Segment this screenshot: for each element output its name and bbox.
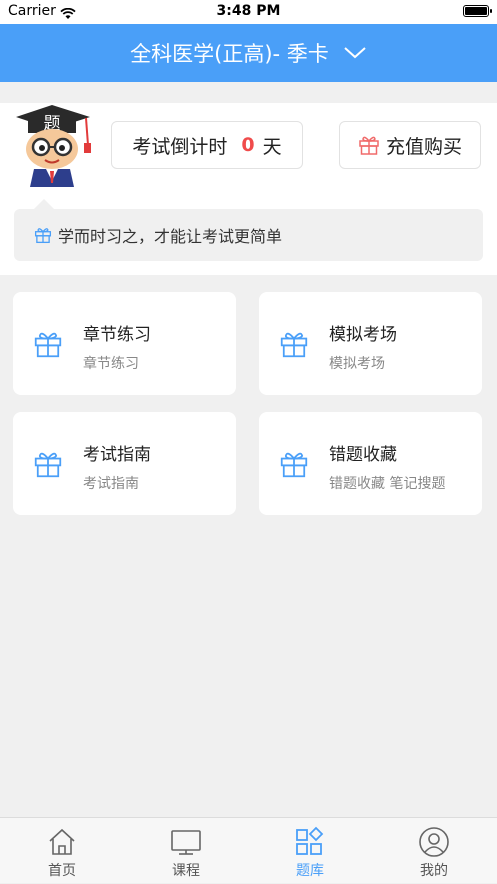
card-title: 考试指南 bbox=[83, 445, 151, 465]
grid-icon bbox=[296, 826, 324, 855]
slogan-banner: 学而时习之，才能让考试更简单 bbox=[14, 199, 483, 261]
tab-label: 首页 bbox=[48, 863, 76, 879]
recharge-button[interactable]: 充值购买 bbox=[339, 121, 481, 169]
card-wrong-questions[interactable]: 错题收藏 错题收藏 笔记搜题 bbox=[259, 412, 482, 515]
gift-icon bbox=[359, 136, 379, 155]
slogan-text: 学而时习之，才能让考试更简单 bbox=[58, 227, 283, 246]
card-exam-guide[interactable]: 考试指南 考试指南 bbox=[13, 412, 236, 515]
card-title: 模拟考场 bbox=[329, 325, 397, 345]
tab-bar: 首页 课程 题库 我的 bbox=[0, 817, 497, 883]
info-panel: 题 考试倒计时 0 天 充值购买 学而时习之，才能让考试更简单 bbox=[0, 103, 497, 275]
tv-icon bbox=[171, 830, 201, 855]
home-icon bbox=[49, 828, 75, 855]
tab-label: 题库 bbox=[296, 863, 324, 879]
card-chapter-practice[interactable]: 章节练习 章节练习 bbox=[13, 292, 236, 395]
mascot-image: 题 bbox=[12, 103, 98, 195]
gift-icon bbox=[279, 329, 309, 363]
tab-label: 我的 bbox=[420, 863, 448, 879]
card-mock-exam[interactable]: 模拟考场 模拟考场 bbox=[259, 292, 482, 395]
card-subtitle: 错题收藏 笔记搜题 bbox=[329, 476, 446, 492]
gift-icon bbox=[33, 449, 63, 483]
status-bar: Carrier 3:48 PM bbox=[0, 0, 497, 24]
countdown-unit: 天 bbox=[262, 135, 282, 158]
card-subtitle: 章节练习 bbox=[83, 356, 139, 372]
header-bar[interactable]: 全科医学(正高)- 季卡 bbox=[0, 24, 497, 82]
tab-label: 课程 bbox=[172, 863, 200, 879]
card-subtitle: 考试指南 bbox=[83, 476, 139, 492]
user-icon bbox=[419, 827, 449, 857]
countdown-label: 考试倒计时 bbox=[132, 135, 228, 158]
card-subtitle: 模拟考场 bbox=[329, 356, 385, 372]
clock: 3:48 PM bbox=[216, 3, 281, 19]
tab-home[interactable]: 首页 bbox=[0, 818, 124, 884]
tab-courses[interactable]: 课程 bbox=[124, 818, 248, 884]
card-title: 章节练习 bbox=[83, 325, 151, 345]
card-title: 错题收藏 bbox=[329, 445, 397, 465]
battery-icon bbox=[463, 5, 492, 17]
gift-icon bbox=[34, 228, 52, 244]
chevron-down-icon[interactable] bbox=[343, 41, 367, 65]
tab-question-bank[interactable]: 题库 bbox=[248, 818, 372, 884]
recharge-label: 充值购买 bbox=[385, 135, 462, 158]
countdown-value: 0 bbox=[241, 134, 255, 156]
gift-icon bbox=[279, 449, 309, 483]
exam-countdown: 考试倒计时 0 天 bbox=[111, 121, 303, 169]
tab-profile[interactable]: 我的 bbox=[372, 818, 496, 884]
gift-icon bbox=[33, 329, 63, 363]
page-title[interactable]: 全科医学(正高)- 季卡 bbox=[130, 38, 329, 68]
